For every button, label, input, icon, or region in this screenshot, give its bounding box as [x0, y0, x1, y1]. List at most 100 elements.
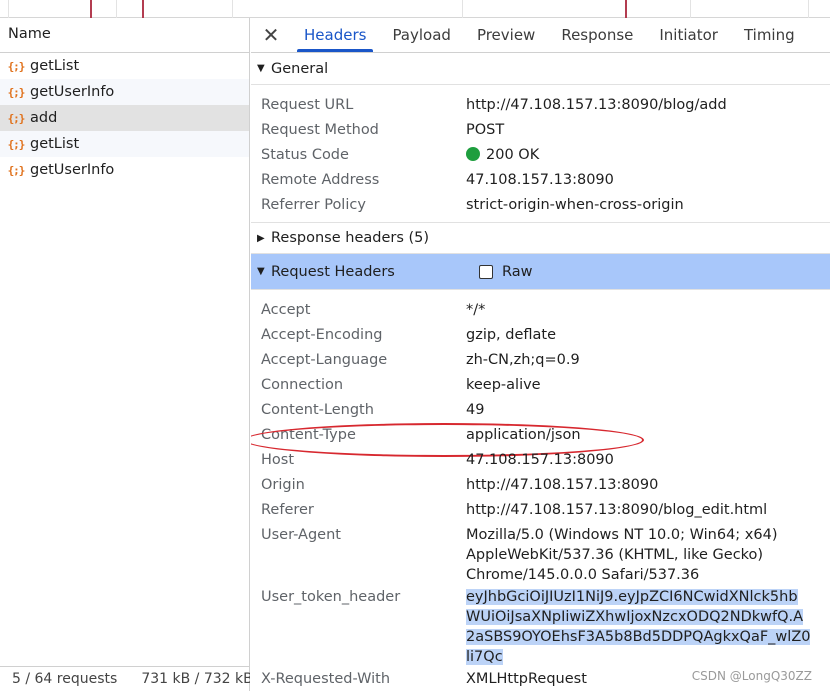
general-section-header[interactable]: ▼ General — [251, 53, 830, 85]
timeline-gridline — [232, 0, 233, 18]
header-value-text: application/json — [466, 427, 581, 443]
tab-response[interactable]: Response — [548, 18, 646, 52]
xhr-icon: {;} — [7, 137, 26, 151]
header-value-text: XMLHttpRequest — [466, 671, 587, 687]
header-value[interactable]: strict-origin-when-cross-origin — [466, 195, 811, 218]
header-value[interactable]: Mozilla/5.0 (Windows NT 10.0; Win64; x64… — [466, 525, 811, 585]
xhr-icon: {;} — [7, 163, 26, 177]
tab-payload[interactable]: Payload — [379, 18, 464, 52]
header-value-text: http://47.108.157.13:8090 — [466, 477, 659, 493]
header-row-accept: Accept */* — [251, 298, 830, 323]
header-value-text: gzip, deflate — [466, 327, 557, 343]
header-value[interactable]: zh-CN,zh;q=0.9 — [466, 350, 811, 373]
header-key: Remote Address — [261, 172, 380, 188]
header-value-text: 49 — [466, 402, 485, 418]
header-value[interactable]: http://47.108.157.13:8090 — [466, 475, 811, 498]
request-headers-title: Request Headers — [271, 263, 395, 280]
header-key: Accept-Encoding — [261, 327, 383, 343]
tab-preview[interactable]: Preview — [464, 18, 548, 52]
raw-toggle[interactable]: Raw — [479, 264, 533, 280]
summary-status-bar: 5 / 64 requests 731 kB / 732 kB — [0, 666, 250, 691]
header-key: Content-Length — [261, 402, 374, 418]
header-value-text: */* — [466, 302, 486, 318]
details-tabbar: ✕ Headers Payload Preview Response Initiator… — [251, 18, 830, 53]
header-row-origin: Origin http://47.108.157.13:8090 — [251, 473, 830, 498]
header-value[interactable]: 47.108.157.13:8090 — [466, 170, 811, 193]
request-row-getuserinfo[interactable]: {;} getUserInfo — [0, 157, 249, 183]
header-value[interactable]: */* — [466, 300, 811, 323]
name-column-header[interactable]: Name — [0, 18, 249, 53]
request-row-getuserinfo[interactable]: {;} getUserInfo — [0, 79, 249, 105]
header-row-request-url: Request URL http://47.108.157.13:8090/blo… — [251, 93, 830, 118]
triangle-down-icon: ▼ — [257, 266, 265, 277]
header-row-referer: Referer http://47.108.157.13:8090/blog_ed… — [251, 498, 830, 523]
close-icon[interactable]: ✕ — [251, 18, 291, 52]
timeline-overview[interactable] — [0, 0, 830, 18]
raw-label: Raw — [502, 263, 533, 280]
header-value-text: 200 OK — [486, 147, 540, 163]
details-tabs: Headers Payload Preview Response Initiator Ti… — [291, 18, 808, 52]
header-row-referrer-policy: Referrer Policy strict-origin-when-cross-… — [251, 193, 830, 218]
response-headers-section-header[interactable]: ▶ Response headers (5) — [251, 222, 830, 254]
header-value[interactable]: eyJhbGciOiJIUzI1NiJ9.eyJpZCI6NCwidXNlck5… — [466, 587, 811, 667]
request-name: getList — [30, 58, 80, 74]
header-key: User-Agent — [261, 527, 341, 543]
header-key: X-Requested-With — [261, 671, 391, 687]
request-name: getUserInfo — [30, 162, 115, 178]
request-count: 5 / 64 requests — [12, 671, 118, 687]
header-value-text: 47.108.157.13:8090 — [466, 452, 614, 468]
header-value-text: 47.108.157.13:8090 — [466, 172, 614, 188]
header-value-text: http://47.108.157.13:8090/blog/add — [466, 97, 727, 113]
request-row-add[interactable]: {;} add — [0, 105, 249, 131]
xhr-icon: {;} — [7, 59, 26, 73]
request-row-getlist[interactable]: {;} getList — [0, 53, 249, 79]
header-key: Referer — [261, 502, 314, 518]
header-key: Connection — [261, 377, 344, 393]
header-value[interactable]: 47.108.157.13:8090 — [466, 450, 811, 473]
transferred-size: 731 kB / 732 kB — [141, 671, 250, 687]
header-key: Referrer Policy — [261, 197, 366, 213]
header-value-text: eyJhbGciOiJIUzI1NiJ9.eyJpZCI6NCwidXNlck5… — [466, 589, 811, 665]
timeline-marker — [625, 0, 627, 18]
request-row-getlist[interactable]: {;} getList — [0, 131, 249, 157]
header-key: Request Method — [261, 122, 379, 138]
tab-initiator[interactable]: Initiator — [646, 18, 731, 52]
header-value[interactable]: POST — [466, 120, 811, 143]
header-key: Origin — [261, 477, 305, 493]
header-row-content-length: Content-Length 49 — [251, 398, 830, 423]
header-value[interactable]: http://47.108.157.13:8090/blog_edit.html — [466, 500, 811, 523]
triangle-down-icon: ▼ — [257, 63, 265, 74]
header-value-text: POST — [466, 122, 505, 138]
header-key: Request URL — [261, 97, 354, 113]
raw-checkbox[interactable] — [479, 264, 493, 279]
timeline-gridline — [808, 0, 809, 18]
request-name: add — [30, 110, 58, 126]
header-row-host: Host 47.108.157.13:8090 — [251, 448, 830, 473]
timeline-gridline — [116, 0, 117, 18]
header-row-user-agent: User-Agent Mozilla/5.0 (Windows NT 10.0; … — [251, 523, 830, 585]
request-details-panel: ✕ Headers Payload Preview Response Initiator… — [251, 18, 830, 691]
header-value[interactable]: 200 OK — [466, 145, 811, 168]
header-row-request-method: Request Method POST — [251, 118, 830, 143]
timeline-gridline — [8, 0, 9, 18]
watermark: CSDN @LongQ30ZZ — [691, 669, 812, 683]
triangle-right-icon: ▶ — [257, 232, 265, 244]
header-value-text: Mozilla/5.0 (Windows NT 10.0; Win64; x64… — [466, 527, 778, 583]
header-value-text: keep-alive — [466, 377, 541, 393]
header-value[interactable]: keep-alive — [466, 375, 811, 398]
header-value[interactable]: http://47.108.157.13:8090/blog/add — [466, 95, 811, 118]
header-value[interactable]: gzip, deflate — [466, 325, 811, 348]
header-value[interactable]: 49 — [466, 400, 811, 423]
header-value[interactable]: application/json — [466, 425, 811, 448]
header-row-content-type: Content-Type application/json — [251, 423, 830, 457]
timeline-gridline — [690, 0, 691, 18]
header-value-text: strict-origin-when-cross-origin — [466, 197, 684, 213]
header-key: Accept — [261, 302, 311, 318]
header-row-connection: Connection keep-alive — [251, 373, 830, 398]
header-key: User_token_header — [261, 589, 401, 605]
header-value-text: zh-CN,zh;q=0.9 — [466, 352, 580, 368]
tab-headers[interactable]: Headers — [291, 18, 379, 52]
tab-timing[interactable]: Timing — [731, 18, 808, 52]
request-headers-section-header[interactable]: ▼ Request Headers Raw — [251, 254, 830, 290]
timeline-gridline — [462, 0, 463, 18]
